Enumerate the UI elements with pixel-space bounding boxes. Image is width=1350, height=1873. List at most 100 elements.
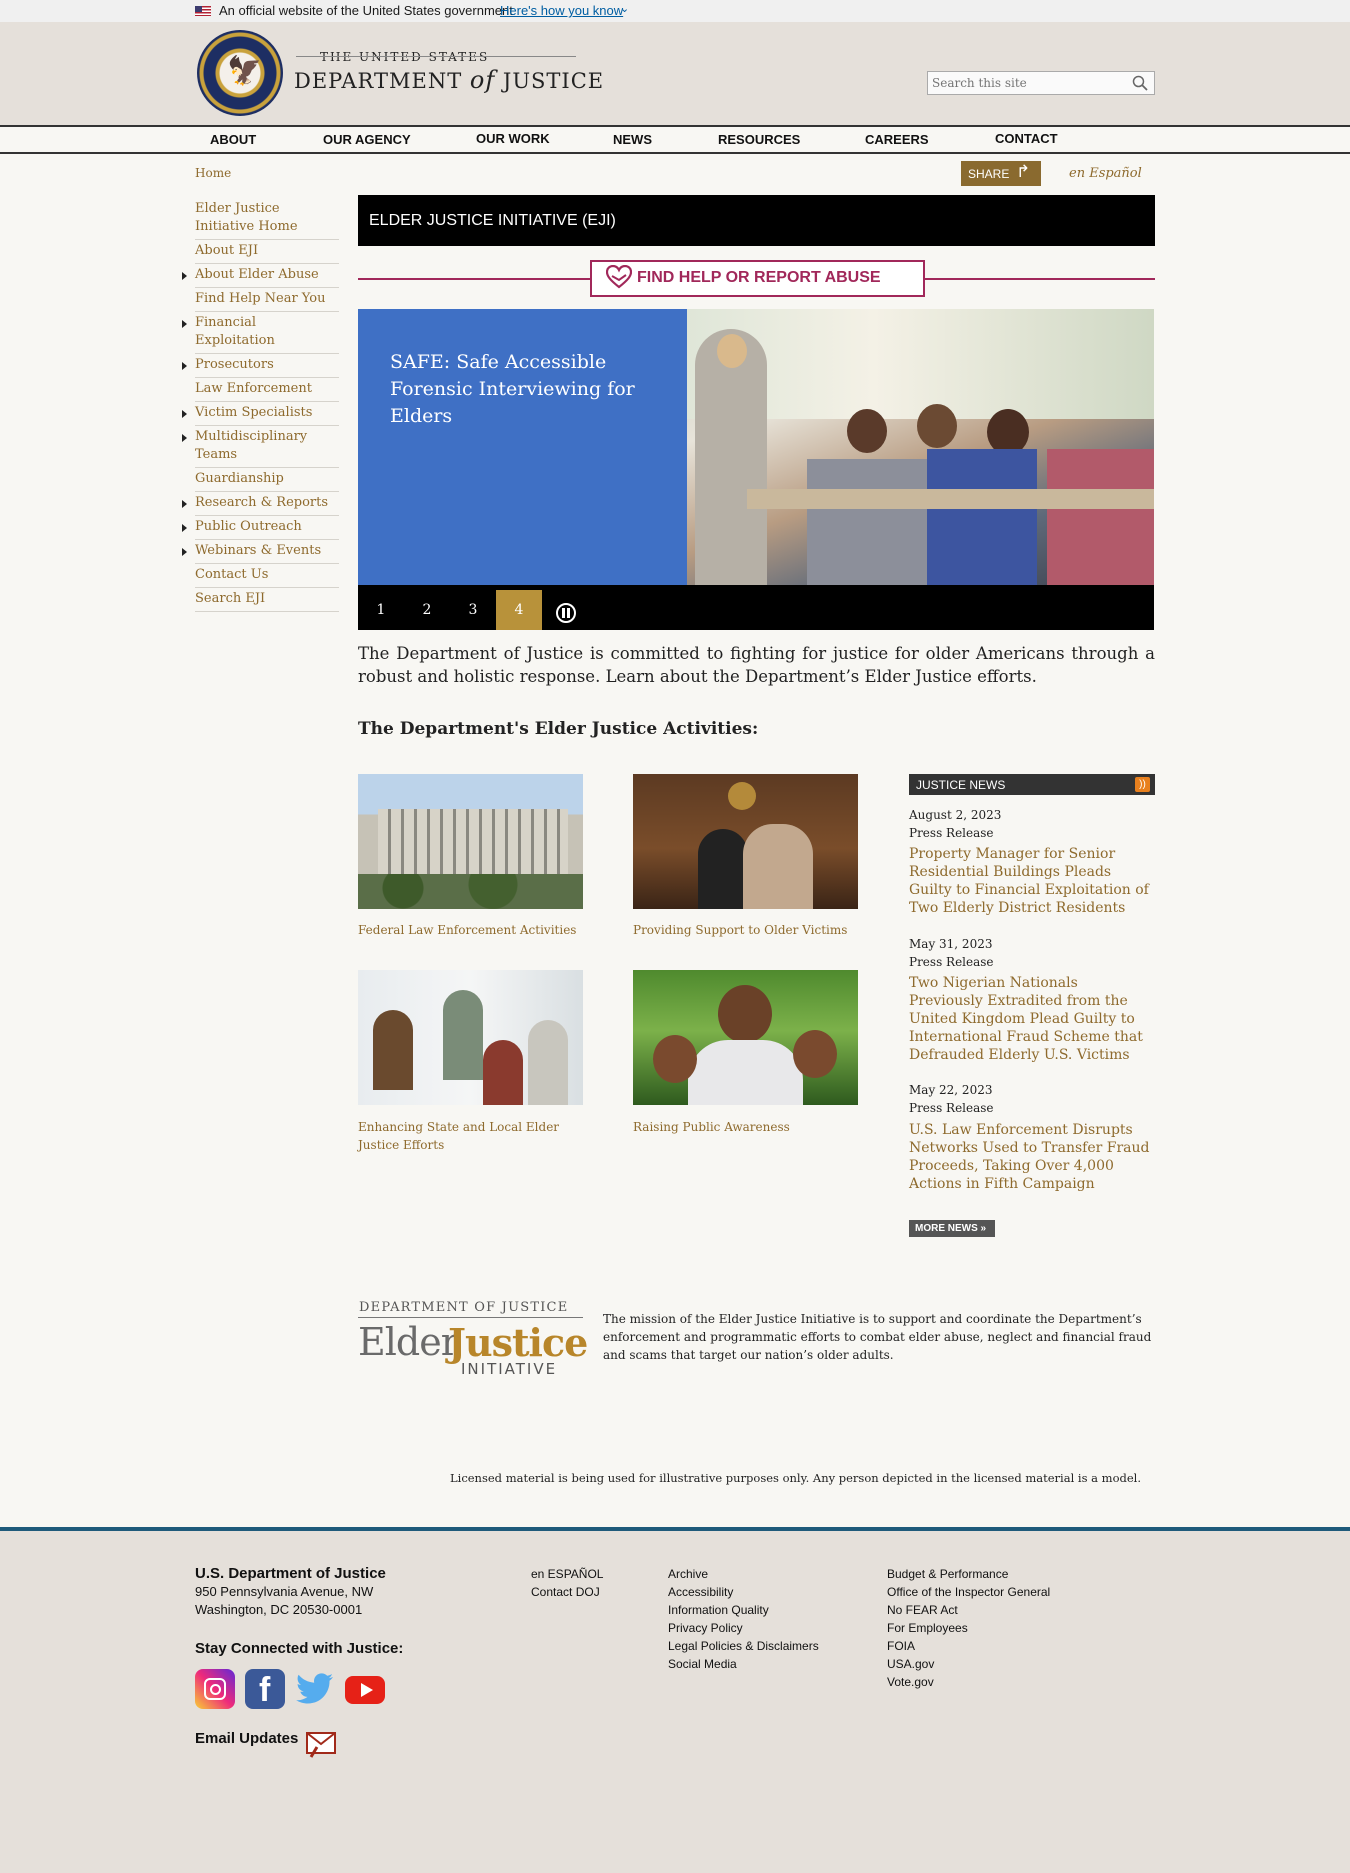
youtube-icon[interactable] [345, 1669, 385, 1709]
sidebar-item[interactable]: Elder Justice Initiative Home [195, 198, 339, 240]
activity-image-support[interactable] [633, 774, 858, 909]
footer-link[interactable]: FOIA [887, 1637, 915, 1655]
nav-our-work[interactable]: OUR WORK [476, 131, 550, 146]
nav-news[interactable]: NEWS [613, 132, 652, 147]
footer-link[interactable]: No FEAR Act [887, 1601, 958, 1619]
share-label: SHARE [968, 167, 1010, 181]
sidebar-item-label: Public Outreach [195, 519, 302, 534]
breadcrumb-home[interactable]: Home [195, 166, 231, 180]
activity-link-federal[interactable]: Federal Law Enforcement Activities [358, 921, 576, 939]
sidebar-item[interactable]: Webinars & Events [182, 540, 339, 564]
email-updates-link[interactable]: Email Updates [195, 1730, 298, 1748]
wordmark-line2[interactable]: DEPARTMENT of JUSTICE [294, 66, 604, 94]
more-news-button[interactable]: MORE NEWS » [909, 1220, 995, 1237]
sidebar-item-label: Webinars & Events [195, 543, 322, 558]
sidebar-item[interactable]: Victim Specialists [182, 402, 339, 426]
footer-link[interactable]: Social Media [668, 1655, 737, 1673]
page-title: ELDER JUSTICE INITIATIVE (EJI) [369, 212, 616, 229]
find-help-button[interactable]: FIND HELP OR REPORT ABUSE [590, 260, 925, 297]
expand-arrow-icon[interactable] [182, 548, 187, 556]
expand-arrow-icon[interactable] [182, 500, 187, 508]
sidebar-item[interactable]: About EJI [195, 240, 339, 264]
search-input[interactable] [928, 73, 1131, 93]
sidebar-item[interactable]: Financial Exploitation [182, 312, 339, 354]
pause-icon[interactable] [556, 603, 576, 623]
sidebar-item-label: Find Help Near You [195, 291, 326, 306]
footer-link[interactable]: Budget & Performance [887, 1565, 1008, 1583]
sidebar-item[interactable]: Guardianship [195, 468, 339, 492]
news-title-link[interactable]: U.S. Law Enforcement Disrupts Networks U… [909, 1121, 1155, 1193]
news-type: Press Release [909, 955, 994, 969]
footer-link[interactable]: For Employees [887, 1619, 968, 1637]
search-box [927, 71, 1155, 95]
sidebar-item[interactable]: Public Outreach [182, 516, 339, 540]
activity-link-awareness[interactable]: Raising Public Awareness [633, 1118, 790, 1136]
envelope-icon[interactable] [305, 1729, 337, 1759]
footer-link[interactable]: Privacy Policy [668, 1619, 743, 1637]
footer-link[interactable]: Office of the Inspector General [887, 1583, 1050, 1601]
footer-link[interactable]: Information Quality [668, 1601, 769, 1619]
wordmark-line1: THE UNITED STATES [320, 50, 490, 64]
nav-about[interactable]: ABOUT [210, 132, 256, 147]
espanol-link[interactable]: en Español [1069, 166, 1142, 181]
news-title-link[interactable]: Two Nigerian Nationals Previously Extrad… [909, 974, 1155, 1064]
footer-link[interactable]: Accessibility [668, 1583, 733, 1601]
activity-link-support[interactable]: Providing Support to Older Victims [633, 921, 847, 939]
expand-arrow-icon[interactable] [182, 524, 187, 532]
sidebar-item[interactable]: Prosecutors [182, 354, 339, 378]
facebook-icon[interactable]: f [245, 1669, 285, 1709]
carousel-slide[interactable]: SAFE: Safe Accessible Forensic Interview… [358, 309, 1154, 585]
carousel-dot[interactable]: 4 [496, 590, 542, 630]
expand-arrow-icon[interactable] [182, 434, 187, 442]
sidebar-item-label: Search EJI [195, 591, 266, 606]
share-button[interactable]: SHARE ↱ [961, 161, 1041, 186]
twitter-icon[interactable] [295, 1669, 335, 1709]
sidebar-item[interactable]: Research & Reports [182, 492, 339, 516]
heres-how-you-know-link[interactable]: Here's how you know [500, 3, 623, 18]
activity-image-federal[interactable] [358, 774, 583, 909]
nav-our-agency[interactable]: OUR AGENCY [323, 132, 411, 147]
sidebar-item[interactable]: Contact Us [195, 564, 339, 588]
wordmark-rule [296, 56, 576, 57]
sidebar-item[interactable]: Law Enforcement [195, 378, 339, 402]
expand-arrow-icon[interactable] [182, 410, 187, 418]
eji-logo-justice: Justice [448, 1320, 588, 1365]
footer-link[interactable]: Contact DOJ [531, 1583, 600, 1601]
sidebar-item[interactable]: Search EJI [195, 588, 339, 612]
footer-link[interactable]: USA.gov [887, 1655, 934, 1673]
expand-arrow-icon[interactable] [182, 362, 187, 370]
news-type: Press Release [909, 1101, 994, 1115]
slide-title[interactable]: SAFE: Safe Accessible Forensic Interview… [390, 349, 670, 430]
gov-banner: An official website of the United States… [0, 0, 1350, 22]
carousel-dot[interactable]: 2 [404, 590, 450, 630]
activity-image-awareness[interactable] [633, 970, 858, 1105]
sidebar-item-label: Prosecutors [195, 357, 274, 372]
footer-link[interactable]: Legal Policies & Disclaimers [668, 1637, 819, 1655]
search-icon[interactable] [1132, 75, 1148, 91]
footer-org-name: U.S. Department of Justice [195, 1565, 386, 1582]
sidebar-item[interactable]: Find Help Near You [195, 288, 339, 312]
news-title-link[interactable]: Property Manager for Senior Residential … [909, 845, 1155, 917]
doj-seal-logo[interactable]: 🦅 [197, 30, 283, 116]
sidebar-item[interactable]: About Elder Abuse [182, 264, 339, 288]
heart-hands-icon [606, 265, 632, 289]
carousel-controls: 1234 [358, 585, 1154, 630]
carousel-dot[interactable]: 3 [450, 590, 496, 630]
nav-careers[interactable]: CAREERS [865, 132, 929, 147]
instagram-icon[interactable] [195, 1669, 235, 1709]
activity-link-state-local[interactable]: Enhancing State and Local Elder Justice … [358, 1118, 583, 1154]
nav-resources[interactable]: RESOURCES [718, 132, 800, 147]
sidebar-item-label: Contact Us [195, 567, 269, 582]
nav-contact[interactable]: CONTACT [995, 131, 1058, 146]
carousel-dot[interactable]: 1 [358, 590, 404, 630]
footer-link[interactable]: Archive [668, 1565, 708, 1583]
expand-arrow-icon[interactable] [182, 272, 187, 280]
rss-icon[interactable]: )) [1135, 777, 1150, 792]
sidebar-item-label: Financial Exploitation [195, 315, 275, 348]
sidebar-item[interactable]: Multidisciplinary Teams [182, 426, 339, 468]
justice-news-header: JUSTICE NEWS )) [909, 774, 1155, 795]
activity-image-state-local[interactable] [358, 970, 583, 1105]
footer-link[interactable]: en ESPAÑOL [531, 1565, 603, 1583]
expand-arrow-icon[interactable] [182, 320, 187, 328]
footer-link[interactable]: Vote.gov [887, 1673, 934, 1691]
